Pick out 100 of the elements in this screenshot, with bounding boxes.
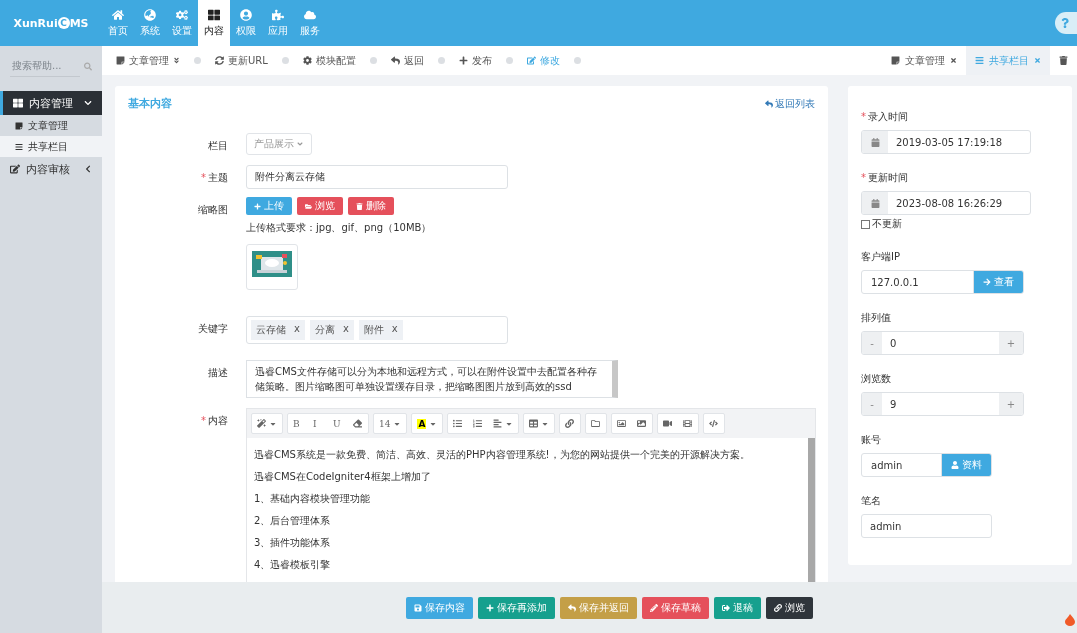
puzzle-icon (272, 8, 284, 21)
pen-name-field[interactable]: admin (861, 514, 992, 538)
caret-icon (296, 140, 304, 148)
reply-icon (765, 99, 773, 108)
menu-icon (15, 142, 23, 151)
field-label: * 内容 (201, 414, 228, 428)
globe-icon (144, 8, 156, 21)
user-icon (951, 461, 959, 469)
editor-paragraph: 4、迅睿模板引擎 (254, 558, 332, 572)
calendar-icon (870, 137, 880, 147)
input-group[interactable]: 127.0.0.1 查看 (861, 270, 1024, 294)
separator-dot (281, 57, 289, 64)
keyword-tag[interactable]: 附件 x (358, 320, 403, 340)
editor-paragraph: 3、插件功能体系 (254, 536, 332, 550)
editor-tool-button[interactable]: U (328, 414, 348, 433)
exit-icon (722, 603, 730, 612)
image-icon (617, 419, 627, 428)
link-icon (565, 419, 575, 428)
bullet-list-icon (453, 419, 463, 428)
table-icon (529, 419, 539, 428)
sidebar-item[interactable]: 内容管理 (0, 91, 102, 115)
separator-dot (369, 57, 377, 64)
film-icon (683, 419, 693, 428)
editor-tool-button[interactable]: A (412, 414, 443, 433)
close-icon[interactable] (950, 57, 957, 64)
remove-tag[interactable]: x (294, 323, 300, 337)
no-update-checkbox[interactable]: 不更新 (861, 217, 1059, 231)
editor-tool-button[interactable]: I (308, 414, 328, 433)
description-field[interactable]: 迅睿CMS文件存储可以分为本地和远程方式，可以在附件设置中去配置各种存储策略。图片缩略图可单独设置缓存目录，把缩略图图片放到高效的ssd (246, 360, 618, 398)
input-group[interactable]: admin 资料 (861, 453, 992, 477)
back-link[interactable]: 返回列表 (765, 96, 815, 111)
sidebar-subitem[interactable]: 共享栏目 (0, 136, 102, 157)
date-field[interactable]: 2023-08-08 16:26:29 (861, 191, 1031, 215)
note-icon (15, 121, 23, 130)
remove-tag[interactable]: x (342, 323, 349, 337)
separator-dot (505, 57, 513, 64)
note-icon (891, 56, 900, 65)
picture-icon (637, 419, 647, 428)
caret-icon (173, 57, 180, 64)
nav-tab[interactable]: 内容 (198, 0, 230, 46)
toolbar-button[interactable]: 模块配置 (288, 53, 362, 68)
field-label: * 录入时间 (861, 110, 909, 124)
code-icon (709, 419, 719, 428)
field-label: * 主题 (201, 171, 228, 185)
separator-dot (573, 57, 581, 64)
gear-icon (302, 56, 312, 65)
keyword-field[interactable]: 云存储 x 分离 x 附件 x (246, 316, 508, 344)
editor-tool-button[interactable]: 14 (374, 414, 407, 433)
field-label: * 更新时间 (861, 171, 909, 185)
field-label: 缩略图 (198, 203, 228, 217)
trash-icon (356, 202, 363, 210)
arrow-icon (983, 278, 991, 286)
thumbnail-button[interactable]: 删除 (348, 197, 394, 215)
sidebar-item[interactable]: 内容审核 (0, 157, 102, 181)
thumbnail-button[interactable]: 浏览 (297, 197, 343, 215)
toolbar-button[interactable]: 发布 (444, 53, 498, 68)
date-field[interactable]: 2019-03-05 17:19:18 (861, 130, 1031, 154)
plus-icon (254, 202, 261, 210)
separator-dot (437, 57, 445, 64)
field-label: 笔名 (861, 494, 882, 508)
grid-icon (13, 98, 23, 108)
folder-icon (305, 202, 312, 210)
editor-paragraph: 迅睿CMS在CodeIgniter4框架上增加了 (254, 470, 432, 484)
align-icon (493, 419, 503, 428)
folder-icon (591, 419, 601, 428)
preview-button[interactable]: 浏览 (766, 596, 813, 619)
plus-icon (486, 603, 494, 612)
cloud-icon (304, 8, 316, 21)
editor-tool-button[interactable]: B (288, 414, 308, 433)
separator-dot (194, 57, 201, 64)
title-field[interactable]: 附件分离云存储 (246, 165, 508, 189)
upload-hint: 上传格式要求：jpg、gif、png（10MB） (246, 221, 433, 235)
chevron-icon (84, 99, 92, 107)
chevron-icon (84, 165, 92, 173)
save-draft-button[interactable]: 保存草稿 (642, 596, 709, 619)
field-label: 关键字 (198, 322, 228, 336)
toolbar-button[interactable]: 返回 (376, 53, 430, 68)
user-icon (240, 8, 252, 21)
editor-paragraph: 2、后台管理体系 (254, 514, 332, 528)
keyword-tag[interactable]: 云存储 x (251, 320, 305, 340)
remove-tag[interactable]: x (391, 323, 398, 337)
wand-icon (257, 419, 266, 428)
logo: XunRui C MS (12, 15, 90, 32)
reply-icon (568, 603, 576, 612)
toolbar-button[interactable]: 更新URL (201, 53, 274, 68)
number-stepper[interactable]: - 9 + (861, 392, 1024, 416)
grid-icon (208, 8, 220, 21)
plus-icon (458, 56, 468, 65)
field-label: 浏览数 (861, 372, 892, 386)
toolbar-button[interactable]: 文章管理 (102, 53, 186, 68)
search-icon (84, 61, 92, 71)
note-icon (116, 56, 125, 65)
card-title: 基本内容 (128, 96, 172, 111)
number-stepper[interactable]: - 0 + (861, 331, 1024, 355)
save-icon (414, 603, 422, 612)
pencil-icon (650, 603, 658, 612)
search-field[interactable]: 搜索帮助... (10, 55, 80, 77)
keyword-tag[interactable]: 分离 x (309, 320, 354, 340)
editor-paragraph: 1、基础内容模块管理功能 (254, 492, 372, 506)
flame-icon (1065, 614, 1075, 626)
